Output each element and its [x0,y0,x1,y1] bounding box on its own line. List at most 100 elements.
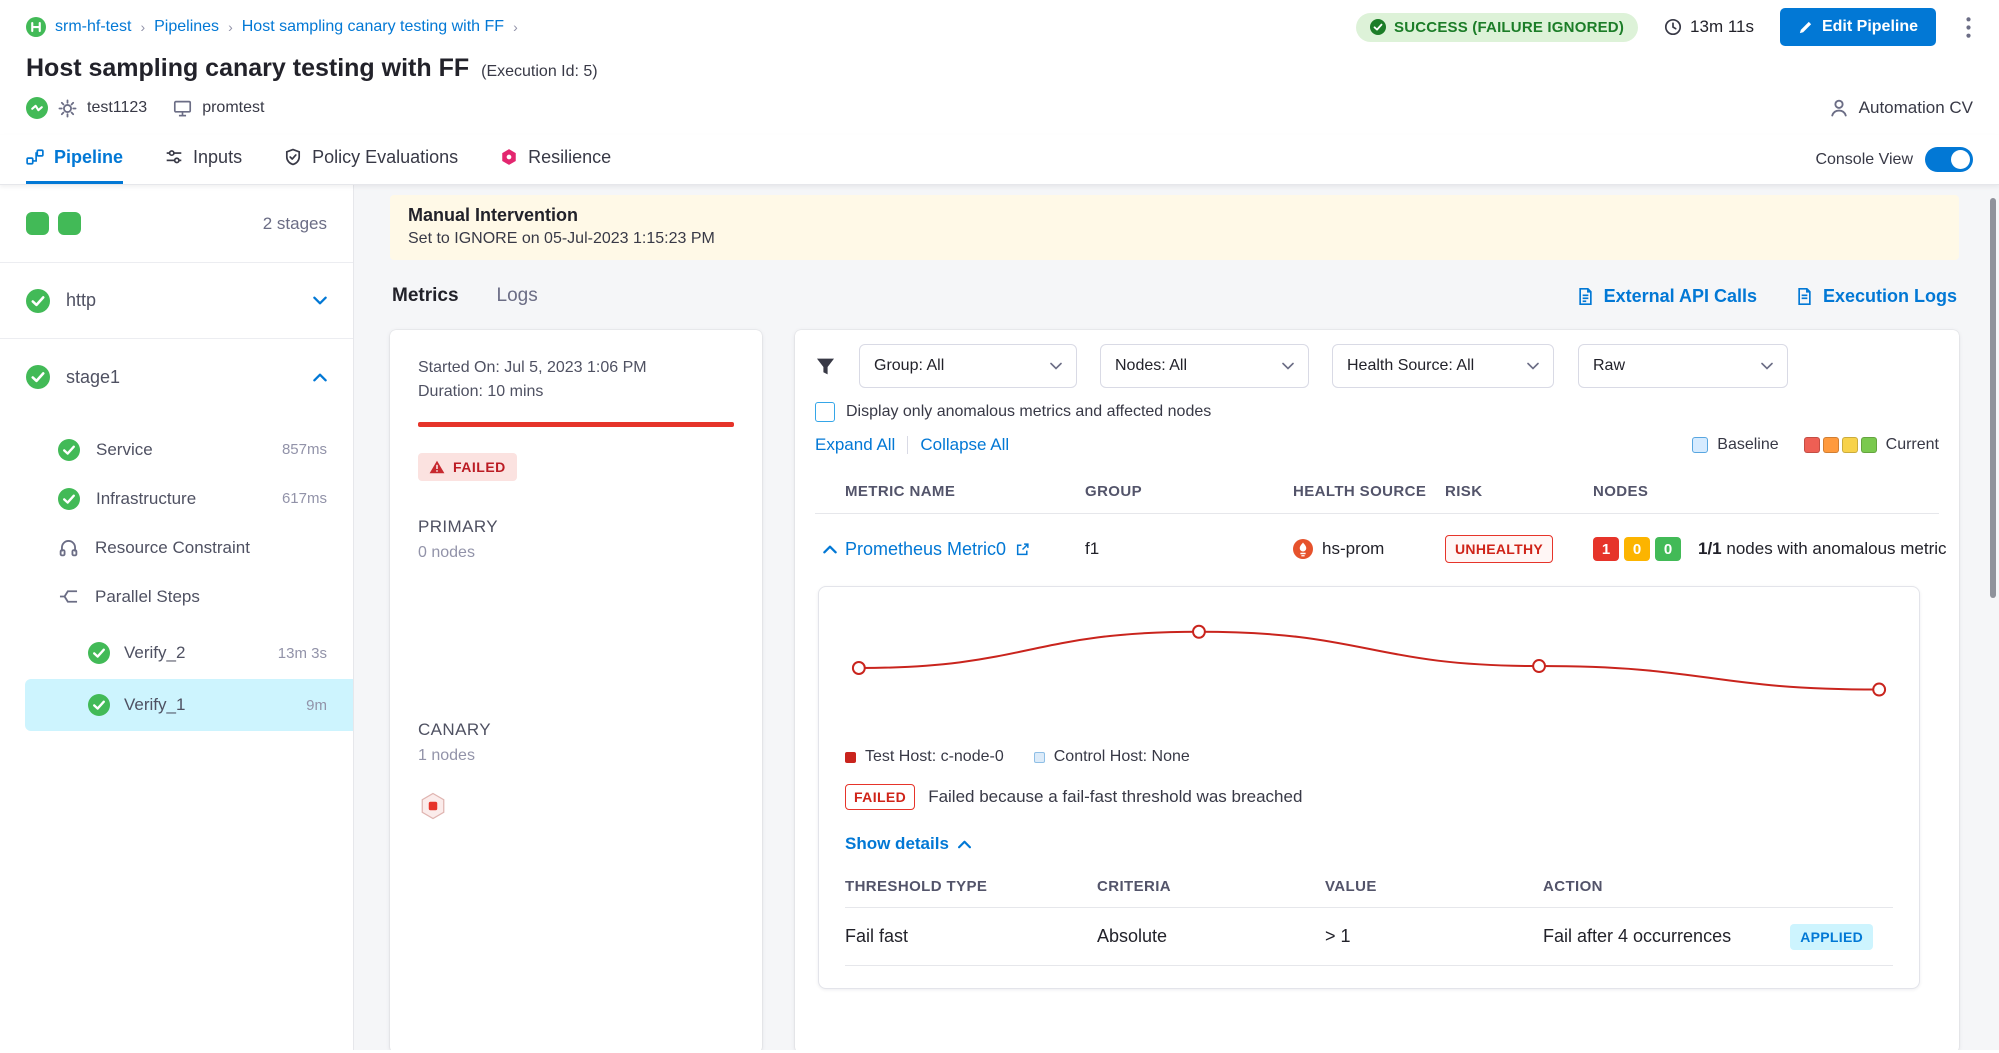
sidebar-step-resource-constraint[interactable]: Resource Constraint [0,523,353,572]
sidebar-stage-http[interactable]: http [0,263,353,339]
topbar-right: SUCCESS (FAILURE IGNORED) 13m 11s Edit P… [1356,8,1975,46]
resilience-icon [500,148,518,166]
metrics-panel: Group: All Nodes: All Heal [795,330,1959,1050]
panels-row: Started On: Jul 5, 2023 1:06 PM Duration… [390,330,1959,1050]
tab-pipeline-label: Pipeline [54,147,123,168]
current-swatch-green [1861,437,1877,453]
tab-policy-evaluations[interactable]: Policy Evaluations [284,135,458,184]
metric-detail-card: Test Host: c-node-0 Control Host: None F… [818,586,1920,989]
sidebar-step-service[interactable]: Service 857ms [0,425,353,474]
kebab-menu-icon[interactable] [1962,17,1975,38]
collapse-all-link[interactable]: Collapse All [920,435,1009,455]
baseline-label: Baseline [1717,436,1778,454]
page: srm-hf-test › Pipelines › Host sampling … [0,0,1999,1053]
chevron-down-icon [1050,362,1062,370]
parallel-substeps: Verify_2 13m 3s Verify_1 9m [0,627,353,731]
tab-logs[interactable]: Logs [497,285,538,307]
filter-row: Group: All Nodes: All Heal [815,344,1939,388]
threshold-type-value: Fail fast [845,926,1097,947]
tab-metrics[interactable]: Metrics [392,285,459,307]
execution-duration-value: 13m 11s [1690,17,1754,37]
view-mode-select[interactable]: Raw [1578,344,1788,388]
show-details-link[interactable]: Show details [845,834,1893,854]
node-count-yellow: 0 [1624,537,1650,561]
nodes-filter-select[interactable]: Nodes: All [1100,344,1309,388]
canary-node-icon[interactable] [418,791,448,821]
filter-icon[interactable] [815,356,836,377]
col-criteria: CRITERIA [1097,878,1325,895]
anomalous-checkbox-label[interactable]: Display only anomalous metrics and affec… [846,403,1211,421]
external-link-icon[interactable] [1015,542,1030,557]
chevron-down-icon [1761,362,1773,370]
stage-square-icon [26,212,49,235]
external-api-calls-label: External API Calls [1604,286,1757,307]
chevron-down-icon [1527,362,1539,370]
banner-subtitle: Set to IGNORE on 05-Jul-2023 1:15:23 PM [408,230,1941,248]
execution-logs-link[interactable]: Execution Logs [1795,286,1957,307]
body: 2 stages http stage1 [0,185,1999,1050]
metric-name-link[interactable]: Prometheus Metric0 [845,539,1006,560]
console-view-toggle[interactable] [1925,147,1973,172]
tab-inputs[interactable]: Inputs [165,135,242,184]
breadcrumb-page[interactable]: Host sampling canary testing with FF [242,18,504,36]
health-source-icon [1293,539,1313,559]
health-source-filter-value: Health Source: All [1347,357,1474,375]
chevron-up-icon [313,373,327,382]
current-swatch-orange [1823,437,1839,453]
criteria-value: Absolute [1097,926,1325,947]
group-filter-select[interactable]: Group: All [859,344,1077,388]
collapse-row-chevron-up-icon[interactable] [815,545,845,554]
check-circle-icon [88,642,110,664]
health-source-filter-select[interactable]: Health Source: All [1332,344,1554,388]
started-on: Started On: Jul 5, 2023 1:06 PM [418,356,734,380]
view-mode-value: Raw [1593,357,1625,375]
chevron-down-icon [1282,362,1294,370]
tab-resilience[interactable]: Resilience [500,135,611,184]
col-nodes: NODES [1593,483,1939,500]
breadcrumb-project[interactable]: srm-hf-test [55,18,131,36]
current-swatch-red [1804,437,1820,453]
nodes-summary-text: nodes with anomalous metric [1726,539,1946,558]
col-risk: RISK [1445,483,1593,500]
sidebar-step-verify2[interactable]: Verify_2 13m 3s [25,627,353,679]
policy-shield-icon [284,148,302,166]
verify-links: External API Calls Execution Logs [1576,286,1957,307]
vertical-scrollbar[interactable] [1990,198,1996,598]
failure-reason-row: FAILED Failed because a fail-fast thresh… [845,784,1893,810]
expand-all-link[interactable]: Expand All [815,435,895,455]
sidebar-stage-http-label: http [66,290,96,311]
breadcrumb-pipelines[interactable]: Pipelines [154,18,219,36]
sidebar-step-verify1[interactable]: Verify_1 9m [25,679,353,731]
metric-chart-legend: Test Host: c-node-0 Control Host: None [845,748,1893,766]
breadcrumb-separator: › [513,19,518,35]
edit-pipeline-button[interactable]: Edit Pipeline [1780,8,1936,46]
current-swatches-icon [1804,437,1877,453]
anomalous-checkbox[interactable] [815,402,835,422]
sidebar-step-infrastructure[interactable]: Infrastructure 617ms [0,474,353,523]
check-circle-icon [88,694,110,716]
console-view-label: Console View [1815,151,1913,169]
stages-sidebar: 2 stages http stage1 [0,185,354,1050]
sidebar-stage-stage1[interactable]: stage1 [0,339,353,415]
status-badge: SUCCESS (FAILURE IGNORED) [1356,13,1638,42]
header: Host sampling canary testing with FF (Ex… [0,46,1999,83]
sidebar-step-parallel-steps[interactable]: Parallel Steps [0,572,353,621]
tab-pipeline[interactable]: Pipeline [26,135,123,184]
legend-test-host-label: Test Host: c-node-0 [865,748,1004,766]
metric-table-row: Prometheus Metric0 f1 hs-prom [815,514,1939,584]
applied-badge: APPLIED [1790,924,1873,950]
service-name: test1123 [87,99,147,117]
stage1-steps: Service 857ms Infrastructure 617ms Resou… [0,415,353,731]
value-value: > 1 [1325,926,1543,947]
current-swatch-yellow [1842,437,1858,453]
nav-tabbar: Pipeline Inputs Policy Evaluations Resil… [0,135,1999,185]
breadcrumb-separator: › [228,19,233,35]
canary-nodes-block: CANARY 1 nodes [418,720,734,826]
stage-square-icon [58,212,81,235]
external-api-calls-link[interactable]: External API Calls [1576,286,1757,307]
sidebar-stage-stage1-label: stage1 [66,367,120,388]
col-threshold-type: THRESHOLD TYPE [845,878,1097,895]
metric-group-value: f1 [1085,539,1293,559]
gear-icon [58,99,77,118]
tab-inputs-label: Inputs [193,147,242,168]
